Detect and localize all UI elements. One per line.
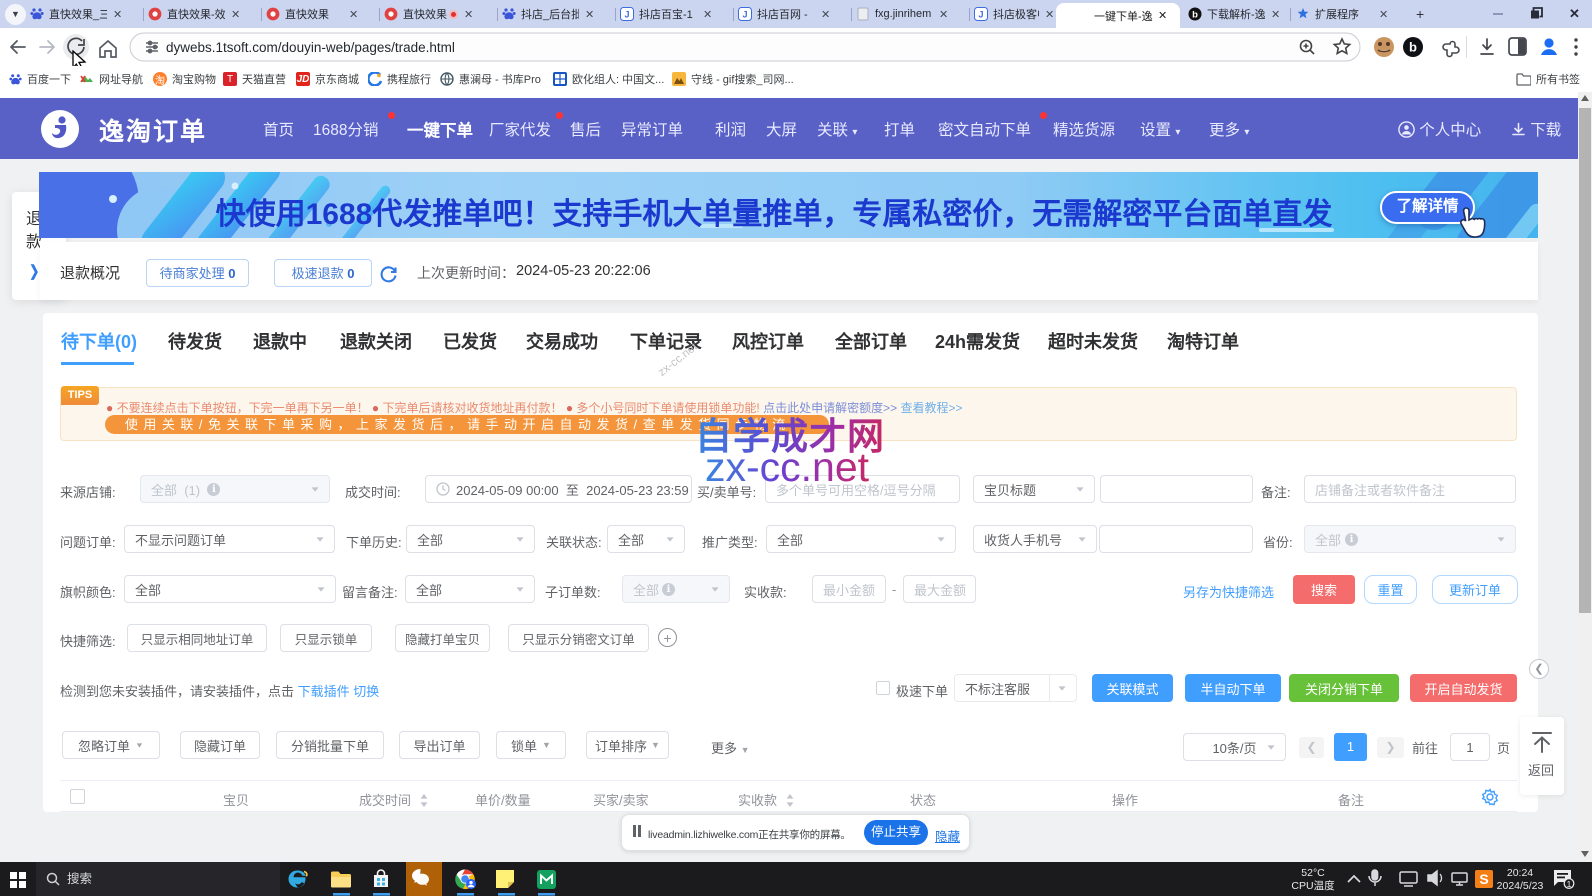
svg-text:CPU温度: CPU温度 bbox=[1291, 879, 1335, 892]
svg-text:b: b bbox=[1192, 10, 1198, 21]
svg-text:20:24: 20:24 bbox=[1507, 867, 1533, 879]
svg-text:2024/5/23: 2024/5/23 bbox=[1497, 880, 1544, 892]
svg-text:52°C: 52°C bbox=[1301, 867, 1325, 879]
svg-text:1: 1 bbox=[1567, 879, 1572, 889]
svg-text:J: J bbox=[978, 10, 983, 20]
svg-text:搜索: 搜索 bbox=[67, 871, 92, 886]
svg-text:J: J bbox=[624, 10, 629, 20]
svg-text:J: J bbox=[742, 10, 747, 20]
svg-text:dywebs.1tsoft.com/douyin-web/p: dywebs.1tsoft.com/douyin-web/pages/trade… bbox=[166, 40, 455, 55]
svg-text:b: b bbox=[1409, 40, 1417, 55]
svg-text:S: S bbox=[1479, 871, 1488, 887]
